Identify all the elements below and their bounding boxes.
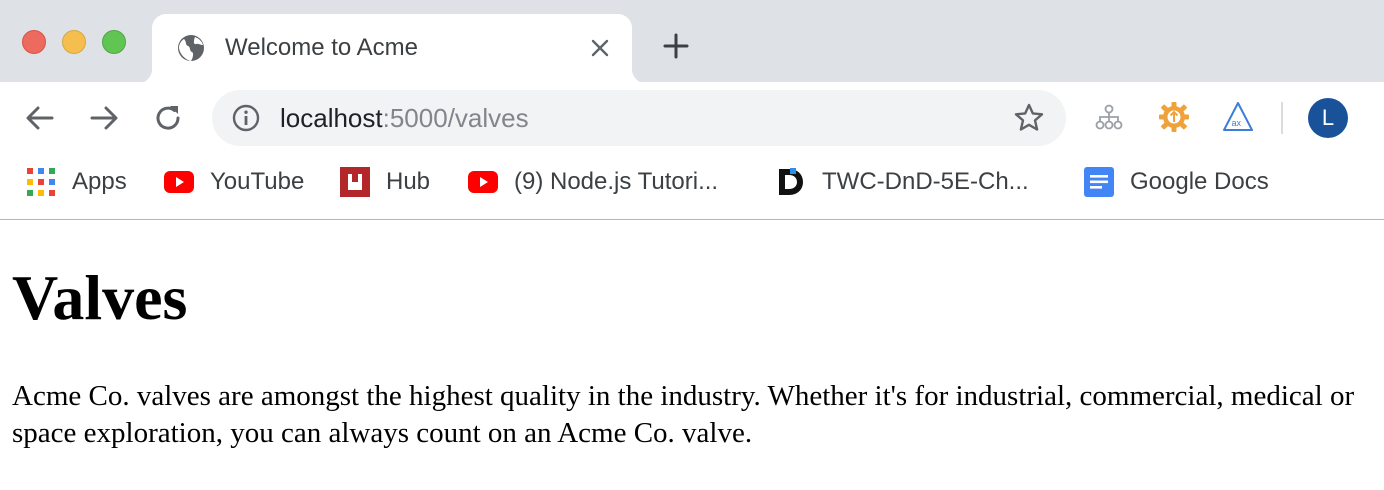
minimize-window-button[interactable] <box>62 30 86 54</box>
d-logo-icon <box>779 168 803 195</box>
info-icon[interactable] <box>232 104 260 132</box>
bookmark-star-icon[interactable] <box>1013 102 1045 134</box>
bookmark-label: TWC-DnD-5E-Ch... <box>822 168 1029 195</box>
url-text[interactable]: localhost:5000/valves <box>280 103 529 134</box>
hub-icon <box>340 167 370 197</box>
bookmark-label: Hub <box>386 168 431 195</box>
sitemap-extension-icon[interactable] <box>1092 100 1126 134</box>
globe-icon <box>178 35 204 61</box>
bookmark-youtube[interactable]: YouTube <box>164 166 304 198</box>
new-tab-icon[interactable] <box>662 32 690 60</box>
browser-toolbar: localhost:5000/valves ax L <box>0 82 1384 154</box>
profile-avatar[interactable]: L <box>1308 98 1348 138</box>
url-host: localhost <box>280 103 383 133</box>
gear-extension-icon[interactable] <box>1157 100 1191 134</box>
reload-icon[interactable] <box>150 100 186 136</box>
back-arrow-icon[interactable] <box>22 100 58 136</box>
bookmark-node-tutorial[interactable]: (9) Node.js Tutori... <box>468 166 718 198</box>
active-tab[interactable]: Welcome to Acme <box>136 14 648 84</box>
maximize-window-button[interactable] <box>102 30 126 54</box>
toolbar-separator <box>1281 102 1283 134</box>
axe-extension-icon[interactable]: ax <box>1221 100 1255 134</box>
page-heading: Valves <box>12 262 188 333</box>
bookmark-label: YouTube <box>210 168 305 195</box>
tab-strip: Welcome to Acme <box>0 0 1384 84</box>
forward-arrow-icon[interactable] <box>86 100 122 136</box>
address-bar[interactable]: localhost:5000/valves <box>212 90 1066 146</box>
apps-grid-icon <box>27 168 55 196</box>
svg-text:ax: ax <box>1232 118 1242 128</box>
bookmark-twc-dnd[interactable]: TWC-DnD-5E-Ch... <box>776 166 1029 198</box>
tab-title: Welcome to Acme <box>225 34 418 61</box>
bookmarks-bar: Apps YouTube Hub (9) Node.js Tutori... T… <box>0 154 1384 220</box>
bookmark-google-docs[interactable]: Google Docs <box>1084 166 1269 198</box>
url-path: :5000/valves <box>382 103 529 133</box>
bookmark-apps[interactable]: Apps <box>26 166 127 198</box>
youtube-icon <box>164 171 194 193</box>
page-paragraph: Acme Co. valves are amongst the highest … <box>12 380 1355 449</box>
close-window-button[interactable] <box>22 30 46 54</box>
close-tab-icon[interactable] <box>588 36 612 60</box>
bookmark-label: (9) Node.js Tutori... <box>514 168 719 195</box>
google-docs-icon <box>1084 167 1114 197</box>
youtube-icon <box>468 171 498 193</box>
bookmark-hub[interactable]: Hub <box>340 166 430 198</box>
bookmark-label: Google Docs <box>1130 168 1269 195</box>
page-content: Valves Acme Co. valves are amongst the h… <box>12 220 1372 452</box>
bookmark-label: Apps <box>72 168 127 195</box>
